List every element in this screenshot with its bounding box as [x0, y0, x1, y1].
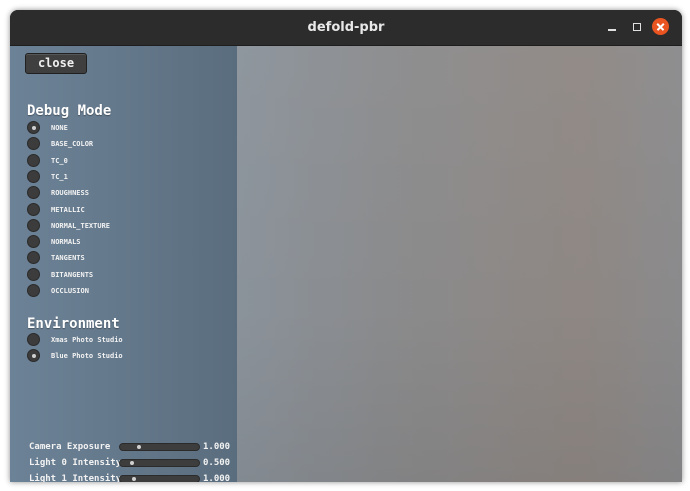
- slider-track[interactable]: [119, 459, 200, 467]
- slider-value: 0.500: [203, 458, 231, 468]
- radio-button-icon[interactable]: [27, 235, 40, 249]
- radio-label: OCCLUSION: [51, 287, 89, 295]
- slider-row: Light 0 Intensity 0.500: [29, 456, 239, 470]
- radio-button-icon[interactable]: [27, 186, 40, 200]
- radio-label: TC_0: [51, 156, 68, 165]
- slider-row: Light 1 Intensity 1.000: [29, 472, 239, 482]
- radio-label: TANGENTS: [51, 254, 85, 263]
- radio-label: Xmas Photo Studio: [51, 336, 123, 344]
- minimize-icon[interactable]: [604, 19, 620, 35]
- radio-button-icon[interactable]: [27, 284, 40, 297]
- window-title: defold-pbr: [307, 20, 385, 35]
- radio-button-icon[interactable]: [27, 137, 40, 151]
- radio-label: NONE: [51, 124, 68, 132]
- radio-label: NORMAL_TEXTURE: [51, 221, 111, 230]
- slider-label: Camera Exposure: [29, 442, 111, 452]
- radio-button-icon[interactable]: [27, 267, 40, 281]
- radio-button-icon[interactable]: [27, 202, 40, 216]
- environment-heading: Environment: [27, 316, 120, 332]
- slider-value: 1.000: [203, 474, 231, 482]
- slider-track[interactable]: [119, 475, 200, 482]
- radio-button-icon[interactable]: [27, 251, 40, 265]
- app-window: defold-pbr close Debug Mode NONE BASE_COL…: [10, 10, 682, 482]
- slider-knob-icon[interactable]: [137, 445, 142, 449]
- radio-button-icon[interactable]: [27, 169, 40, 183]
- title-bar[interactable]: defold-pbr: [10, 10, 682, 46]
- radio-label: NORMALS: [51, 238, 81, 247]
- slider-label: Light 0 Intensity: [29, 458, 122, 468]
- radio-label: METALLIC: [51, 205, 85, 214]
- radio-label: ROUGHNESS: [51, 189, 89, 198]
- radio-label: BASE_COLOR: [51, 140, 94, 149]
- radio-label: Blue Photo Studio: [51, 352, 123, 361]
- radio-label: BITANGENTS: [51, 270, 94, 279]
- slider-label: Light 1 Intensity: [29, 474, 122, 482]
- close-button[interactable]: close: [25, 53, 87, 74]
- radio-button-icon[interactable]: [27, 218, 40, 232]
- radio-button-icon[interactable]: [27, 153, 40, 167]
- radio-button-icon[interactable]: [27, 333, 40, 346]
- close-icon[interactable]: [652, 18, 669, 35]
- radio-label: TC_1: [51, 172, 68, 181]
- slider-track[interactable]: [119, 443, 200, 451]
- slider-row: Camera Exposure 1.000: [29, 440, 239, 454]
- debug-panel: close Debug Mode NONE BASE_COLOR TC_0 TC_1 R…: [10, 46, 237, 482]
- slider-value: 1.000: [203, 442, 231, 452]
- viewport[interactable]: close Debug Mode NONE BASE_COLOR TC_0 TC_1 R…: [10, 46, 682, 482]
- radio-button-icon[interactable]: [27, 349, 40, 363]
- radio-button-icon[interactable]: [27, 121, 40, 134]
- debug-mode-heading: Debug Mode: [27, 103, 112, 119]
- slider-knob-icon[interactable]: [132, 477, 137, 481]
- slider-knob-icon[interactable]: [130, 461, 135, 465]
- maximize-icon[interactable]: [629, 19, 645, 35]
